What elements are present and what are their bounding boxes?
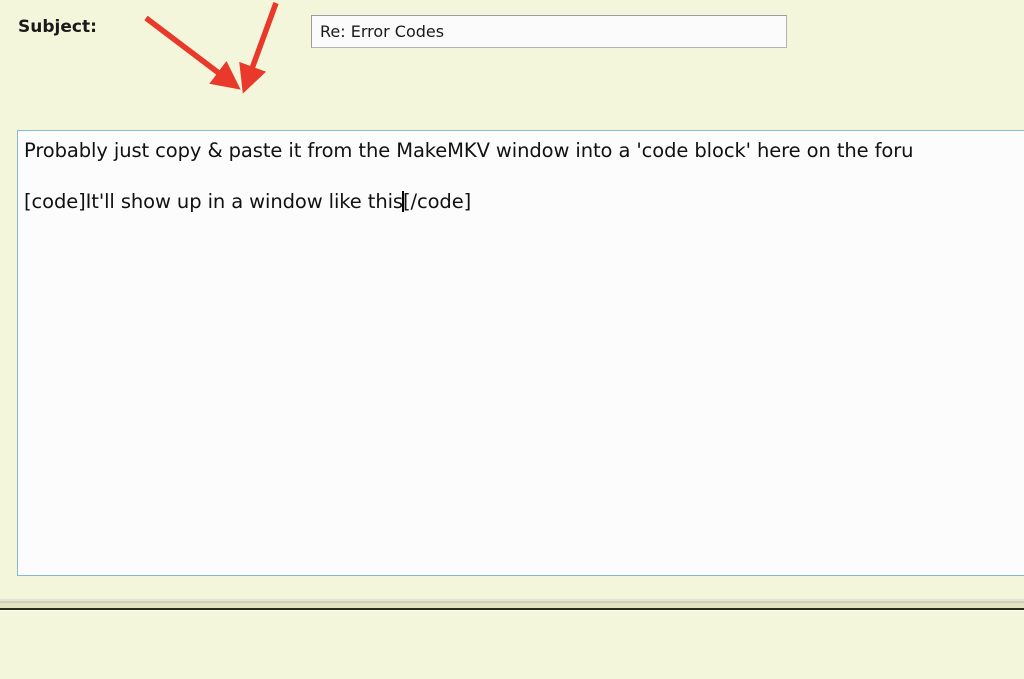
subject-label: Subject:	[18, 17, 97, 37]
post-composer-window: Subject: B I U “ </>	[0, 0, 1024, 679]
subject-row: Subject:	[0, 0, 1024, 64]
editor-line-3-tail: [/code]	[402, 190, 472, 213]
message-editor[interactable]: Probably just copy & paste it from the M…	[17, 130, 1024, 576]
section-divider	[0, 599, 1024, 613]
editor-line-1: Probably just copy & paste it from the M…	[24, 139, 914, 162]
editor-body: Probably just copy & paste it from the M…	[18, 131, 1024, 217]
footer-actions: Save draft Preview Submit	[0, 613, 1024, 679]
editor-line-blank	[24, 166, 1020, 186]
editor-line-3: [code]It'll show up in a window like thi…	[24, 186, 1020, 217]
editor-line-3-text: [code]It'll show up in a window like thi…	[24, 190, 403, 213]
subject-input[interactable]	[311, 15, 787, 48]
formatting-toolbar: B I U “ </> 1 2 3	[0, 82, 1024, 205]
